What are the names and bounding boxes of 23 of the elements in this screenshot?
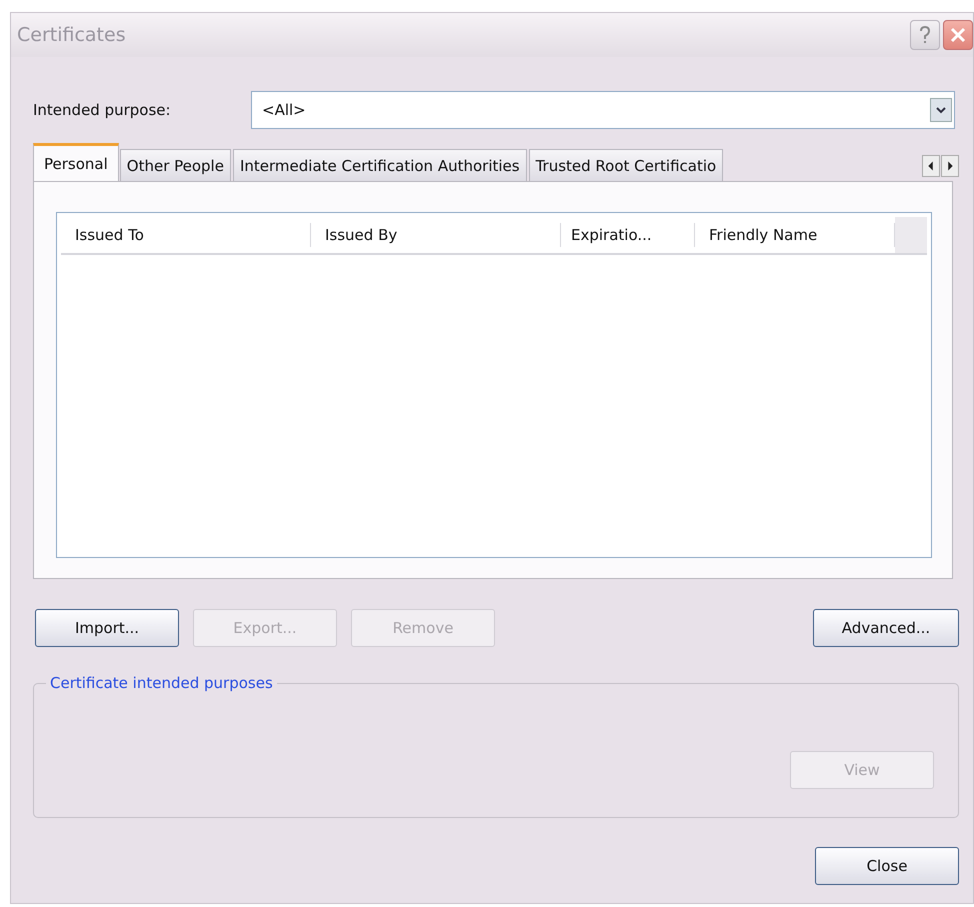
header-filler <box>895 217 927 253</box>
certificate-list[interactable]: Issued To Issued By Expiratio... Friendly Name <box>56 212 932 558</box>
purpose-dropdown[interactable]: <All> <box>251 91 955 129</box>
tab[interactable]: Other People <box>120 149 231 181</box>
tab[interactable]: Trusted Root Certificatio <box>528 149 724 181</box>
close-window-button[interactable] <box>943 20 973 50</box>
column-header[interactable]: Issued By <box>311 223 561 247</box>
group-title: Certificate intended purposes <box>46 674 277 692</box>
scroll-right-icon[interactable] <box>941 155 959 177</box>
purpose-label: Intended purpose: <box>33 101 172 119</box>
scroll-left-icon[interactable] <box>922 155 940 177</box>
advanced-button[interactable]: Advanced... <box>813 609 959 647</box>
action-button[interactable]: Import... <box>35 609 179 647</box>
question-mark-icon <box>919 26 931 44</box>
close-button[interactable]: Close <box>815 847 959 885</box>
chevron-down-icon <box>936 106 946 114</box>
close-icon <box>950 27 966 43</box>
window-title: Certificates <box>17 24 126 46</box>
tab[interactable]: Personal <box>33 143 119 181</box>
column-header[interactable]: Expiratio... <box>561 223 695 247</box>
column-header[interactable]: Issued To <box>61 223 311 247</box>
help-button[interactable] <box>910 20 940 50</box>
tab[interactable]: Intermediate Certification Authorities <box>232 149 527 181</box>
